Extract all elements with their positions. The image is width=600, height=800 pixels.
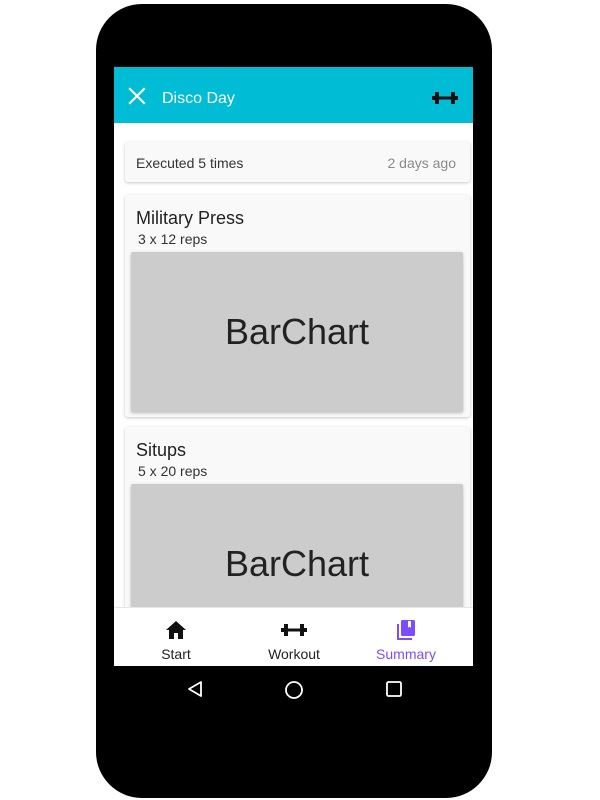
dumbbell-icon[interactable]	[432, 91, 458, 105]
exercise-card[interactable]: Military Press 3 x 12 reps BarChart	[125, 195, 470, 417]
home-circle-icon[interactable]	[284, 680, 304, 700]
execution-summary-card: Executed 5 times 2 days ago	[125, 142, 470, 182]
bar-chart-placeholder: BarChart	[131, 252, 463, 412]
app-screen: Disco Day Executed 5 times 2 days ago Mi…	[114, 67, 473, 666]
exercise-card[interactable]: Situps 5 x 20 reps BarChart	[125, 427, 470, 607]
page-title: Disco Day	[162, 90, 235, 107]
close-icon[interactable]	[128, 87, 146, 105]
executed-count-text: Executed 5 times	[136, 155, 244, 171]
nav-summary[interactable]: Summary	[346, 608, 466, 666]
home-icon	[166, 621, 186, 639]
last-executed-time: 2 days ago	[387, 155, 457, 171]
recents-square-icon[interactable]	[385, 680, 403, 698]
dumbbell-icon	[281, 624, 307, 636]
nav-start[interactable]: Start	[116, 608, 236, 666]
system-navigation-bar	[114, 666, 473, 714]
nav-start-label: Start	[161, 646, 191, 662]
bottom-navigation: Start Workout Summary	[114, 607, 473, 666]
exercise-reps: 3 x 12 reps	[138, 231, 208, 247]
bar-chart-placeholder: BarChart	[131, 484, 463, 607]
chart-placeholder-label: BarChart	[224, 311, 370, 352]
back-triangle-icon[interactable]	[186, 680, 204, 698]
content-scroll-area[interactable]: Executed 5 times 2 days ago Military Pre…	[114, 123, 473, 607]
chart-placeholder-label: BarChart	[224, 543, 370, 584]
nav-workout-label: Workout	[268, 646, 320, 662]
exercise-name: Military Press	[136, 208, 245, 228]
nav-workout[interactable]: Workout	[234, 608, 354, 666]
nav-summary-label: Summary	[376, 646, 436, 662]
library-books-icon	[397, 620, 415, 640]
app-bar: Disco Day	[114, 67, 473, 123]
exercise-reps: 5 x 20 reps	[138, 463, 208, 479]
exercise-name: Situps	[136, 440, 187, 460]
